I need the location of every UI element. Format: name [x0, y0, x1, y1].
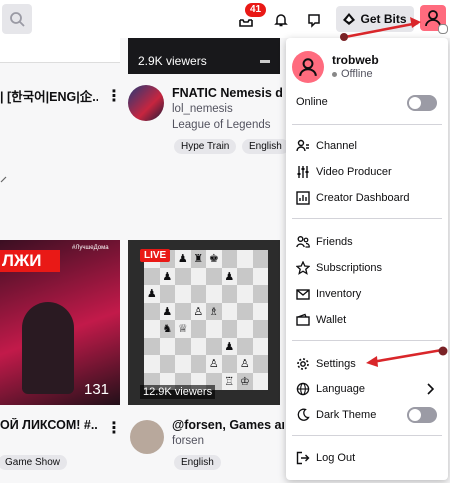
- annotation-layer: [340, 17, 448, 367]
- annotation-arrow-avatar: [340, 17, 421, 41]
- annotation-arrow-settings: [366, 346, 448, 367]
